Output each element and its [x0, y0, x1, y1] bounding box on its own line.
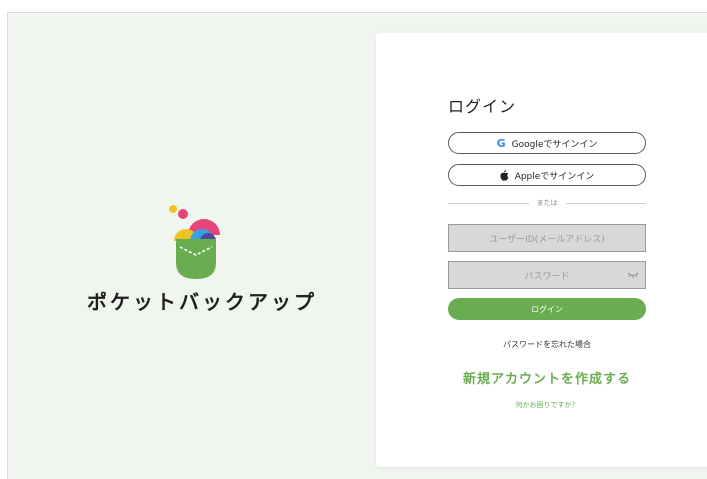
google-signin-button[interactable]: G Googleでサインイン: [448, 132, 646, 154]
eye-closed-icon[interactable]: [627, 271, 639, 279]
login-card: ログイン G Googleでサインイン Appleでサインイン または ユーザー…: [376, 33, 707, 467]
app-window: ポケットバックアップ ログイン G Googleでサインイン Appleでサイン…: [7, 12, 707, 479]
google-signin-label: Googleでサインイン: [511, 139, 598, 150]
divider-text: または: [536, 199, 558, 207]
forgot-password-link[interactable]: パスワードを忘れた場合: [448, 339, 646, 350]
user-id-input[interactable]: ユーザーID(メールアドレス): [448, 224, 646, 252]
user-id-placeholder: ユーザーID(メールアドレス): [489, 234, 605, 245]
brand-name: ポケットバックアップ: [87, 290, 317, 314]
help-link[interactable]: 何かお困りですか？: [448, 400, 646, 410]
password-placeholder: パスワード: [524, 271, 570, 282]
login-title: ログイン: [448, 97, 517, 116]
apple-signin-button[interactable]: Appleでサインイン: [448, 164, 646, 186]
brand-area: ポケットバックアップ: [8, 203, 375, 333]
divider-line-right: [565, 202, 646, 204]
or-divider: または: [448, 197, 646, 209]
apple-signin-label: Appleでサインイン: [514, 171, 595, 182]
divider-line-left: [448, 202, 529, 204]
apple-icon: [500, 169, 509, 181]
pocket-logo-icon: [169, 205, 220, 279]
password-input[interactable]: パスワード: [448, 261, 646, 289]
google-icon: G: [496, 136, 506, 150]
login-button[interactable]: ログイン: [448, 298, 646, 320]
create-account-link[interactable]: 新規アカウントを作成する: [448, 368, 646, 387]
